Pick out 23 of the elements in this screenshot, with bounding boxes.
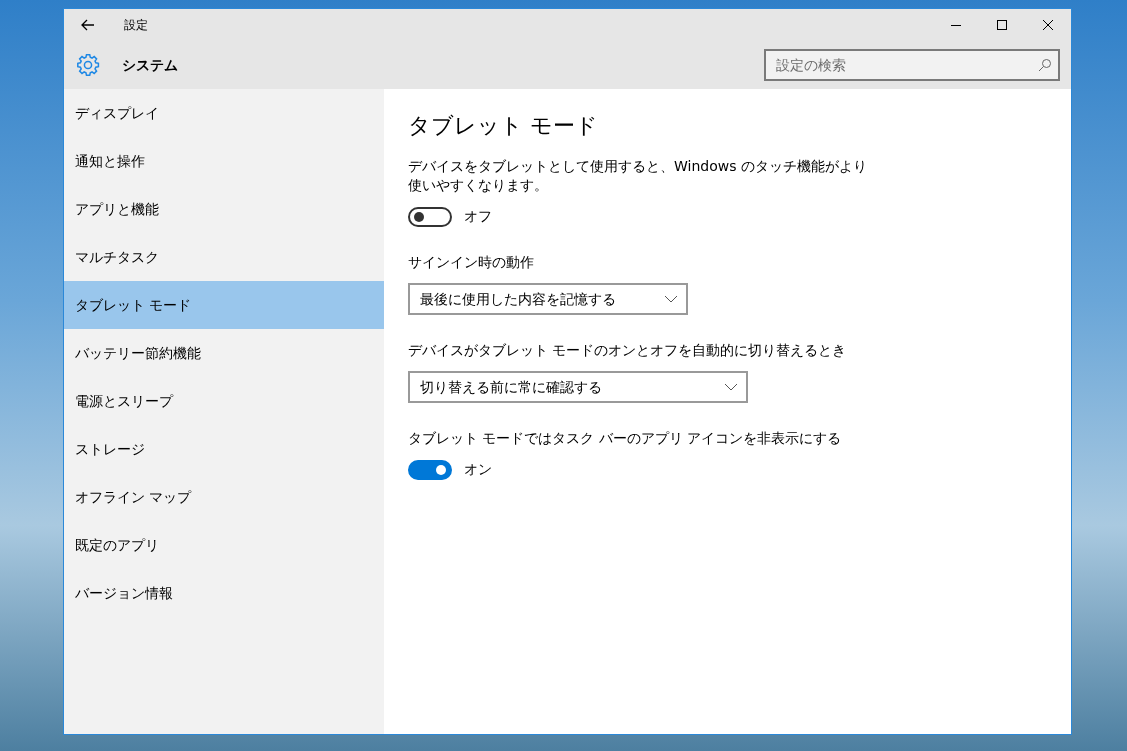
page-title: システム bbox=[122, 55, 178, 75]
gear-icon bbox=[75, 52, 101, 78]
search-field[interactable]: 設定の検索 bbox=[764, 49, 1060, 81]
setting-description: タブレット モードではタスク バーのアプリ アイコンを非表示にする bbox=[408, 429, 843, 448]
close-icon bbox=[1043, 20, 1053, 30]
toggle-state-label: オフ bbox=[464, 207, 492, 226]
search-icon bbox=[1038, 58, 1052, 72]
chevron-down-icon bbox=[724, 383, 738, 391]
toggle-switch[interactable] bbox=[408, 459, 452, 480]
setting-label: サインイン時の動作 bbox=[408, 253, 535, 272]
setting-label: デバイスがタブレット モードのオンとオフを自動的に切り替えるとき bbox=[408, 341, 848, 360]
back-arrow-icon bbox=[81, 19, 95, 31]
toggle-switch[interactable] bbox=[408, 206, 452, 227]
section-title: タブレット モード bbox=[408, 112, 599, 140]
dropdown[interactable]: 切り替える前に常に確認する bbox=[408, 371, 748, 403]
dropdown[interactable]: 最後に使用した内容を記憶する bbox=[408, 283, 688, 315]
toggle-state-label: オン bbox=[464, 460, 492, 479]
window-title: 設定 bbox=[124, 17, 148, 34]
setting-description: デバイスをタブレットとして使用すると、Windows のタッチ機能がより使いやすくなります。 bbox=[408, 157, 868, 195]
minimize-icon bbox=[951, 24, 961, 26]
chevron-down-icon bbox=[664, 295, 678, 303]
maximize-icon bbox=[997, 20, 1007, 30]
sidebar-item[interactable]: タブレット モード bbox=[64, 281, 384, 329]
